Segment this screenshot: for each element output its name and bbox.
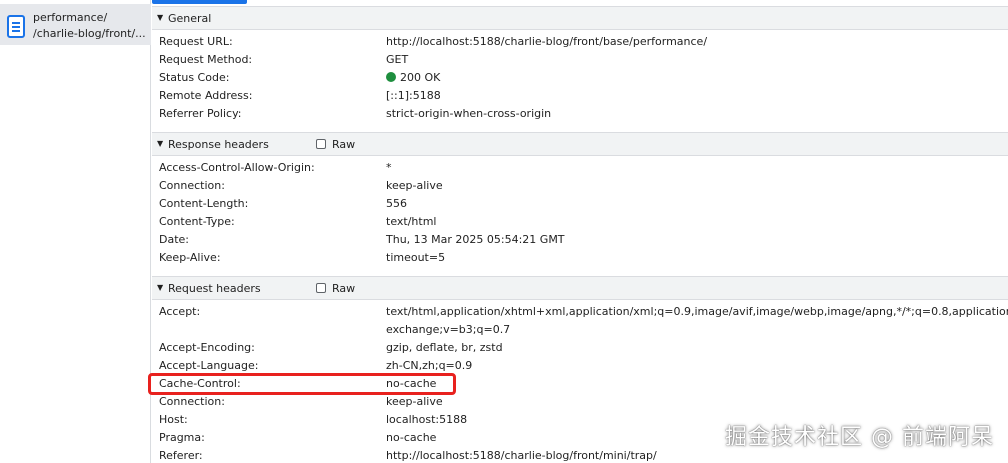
header-key: Referer:: [159, 449, 203, 462]
header-key: Keep-Alive:: [159, 251, 221, 264]
header-row: Access-Control-Allow-Origin: *: [152, 159, 1008, 177]
raw-toggle[interactable]: Raw: [316, 138, 355, 151]
raw-checkbox[interactable]: [316, 139, 326, 149]
header-value: gzip, deflate, br, zstd: [386, 341, 503, 354]
expand-triangle-icon: ▼: [157, 13, 164, 22]
header-key: Connection:: [159, 395, 225, 408]
header-row: Keep-Alive: timeout=5: [152, 249, 1008, 267]
request-name: performance/: [33, 11, 108, 24]
request-headers-title: Request headers: [168, 282, 261, 295]
header-value: strict-origin-when-cross-origin: [386, 107, 552, 120]
header-row-continuation: exchange;v=b3;q=0.7: [152, 321, 1008, 339]
header-value: http://localhost:5188/charlie-blog/front…: [386, 449, 657, 462]
general-section-title: General: [168, 12, 212, 25]
cache-control-highlight-box: [148, 373, 456, 395]
header-key: Accept-Encoding:: [159, 341, 255, 354]
header-row: Date: Thu, 13 Mar 2025 05:54:21 GMT: [152, 231, 1008, 249]
header-value: timeout=5: [386, 251, 446, 264]
header-key: Remote Address:: [159, 89, 253, 102]
expand-triangle-icon: ▼: [157, 283, 164, 292]
header-row: Accept: text/html,application/xhtml+xml,…: [152, 303, 1008, 321]
header-key: Access-Control-Allow-Origin:: [159, 161, 315, 174]
header-value: localhost:5188: [386, 413, 468, 426]
raw-label: Raw: [332, 138, 356, 151]
header-value: http://localhost:5188/charlie-blog/front…: [386, 35, 708, 48]
status-code-value: 200 OK: [386, 71, 440, 84]
header-value: text/html,application/xhtml+xml,applicat…: [386, 305, 1008, 318]
header-key: Status Code:: [159, 71, 230, 84]
raw-toggle[interactable]: Raw: [316, 282, 355, 295]
header-row: Connection: keep-alive: [152, 393, 1008, 411]
raw-label: Raw: [332, 282, 356, 295]
request-headers-section-header[interactable]: ▼ Request headers Raw: [152, 276, 1008, 300]
header-key: Connection:: [159, 179, 225, 192]
header-value: keep-alive: [386, 179, 443, 192]
header-key: Request Method:: [159, 53, 253, 66]
header-value: [::1]:5188: [386, 89, 441, 102]
watermark: 掘金技术社区 @ 前端阿呆: [725, 425, 994, 450]
header-row: Status Code: 200 OK: [152, 69, 1008, 87]
raw-checkbox[interactable]: [316, 283, 326, 293]
header-row: Connection: keep-alive: [152, 177, 1008, 195]
status-code-text: 200 OK: [400, 71, 441, 84]
header-key: Content-Type:: [159, 215, 235, 228]
header-key: Host:: [159, 413, 188, 426]
header-key: Date:: [159, 233, 189, 246]
header-key: Content-Length:: [159, 197, 249, 210]
general-section-header[interactable]: ▼ General: [152, 6, 1008, 30]
document-icon: [7, 15, 25, 38]
request-list-panel: performance/ /charlie-blog/front/...: [0, 0, 151, 463]
response-headers-section-header[interactable]: ▼ Response headers Raw: [152, 132, 1008, 156]
header-key: Accept-Language:: [159, 359, 259, 372]
header-row: Remote Address: [::1]:5188: [152, 87, 1008, 105]
header-key: Pragma:: [159, 431, 205, 444]
header-key: Accept:: [159, 305, 201, 318]
header-value: no-cache: [386, 431, 437, 444]
header-value: *: [386, 161, 392, 174]
header-row: Request URL: http://localhost:5188/charl…: [152, 33, 1008, 51]
header-row: Content-Type: text/html: [152, 213, 1008, 231]
header-row: Referrer Policy: strict-origin-when-cros…: [152, 105, 1008, 123]
header-key: Request URL:: [159, 35, 233, 48]
header-value: zh-CN,zh;q=0.9: [386, 359, 473, 372]
header-value: 556: [386, 197, 407, 210]
active-tab-indicator: [152, 0, 247, 4]
request-path: /charlie-blog/front/...: [33, 27, 146, 40]
header-row: Request Method: GET: [152, 51, 1008, 69]
header-key: Referrer Policy:: [159, 107, 242, 120]
header-value: keep-alive: [386, 395, 443, 408]
header-value: text/html: [386, 215, 437, 228]
header-value: exchange;v=b3;q=0.7: [386, 323, 511, 336]
expand-triangle-icon: ▼: [157, 139, 164, 148]
header-row: Accept-Encoding: gzip, deflate, br, zstd: [152, 339, 1008, 357]
header-value: GET: [386, 53, 409, 66]
header-row: Content-Length: 556: [152, 195, 1008, 213]
response-headers-title: Response headers: [168, 138, 269, 151]
header-value: Thu, 13 Mar 2025 05:54:21 GMT: [386, 233, 565, 246]
status-ok-icon: [386, 72, 396, 82]
request-list-item[interactable]: performance/ /charlie-blog/front/...: [0, 4, 151, 45]
